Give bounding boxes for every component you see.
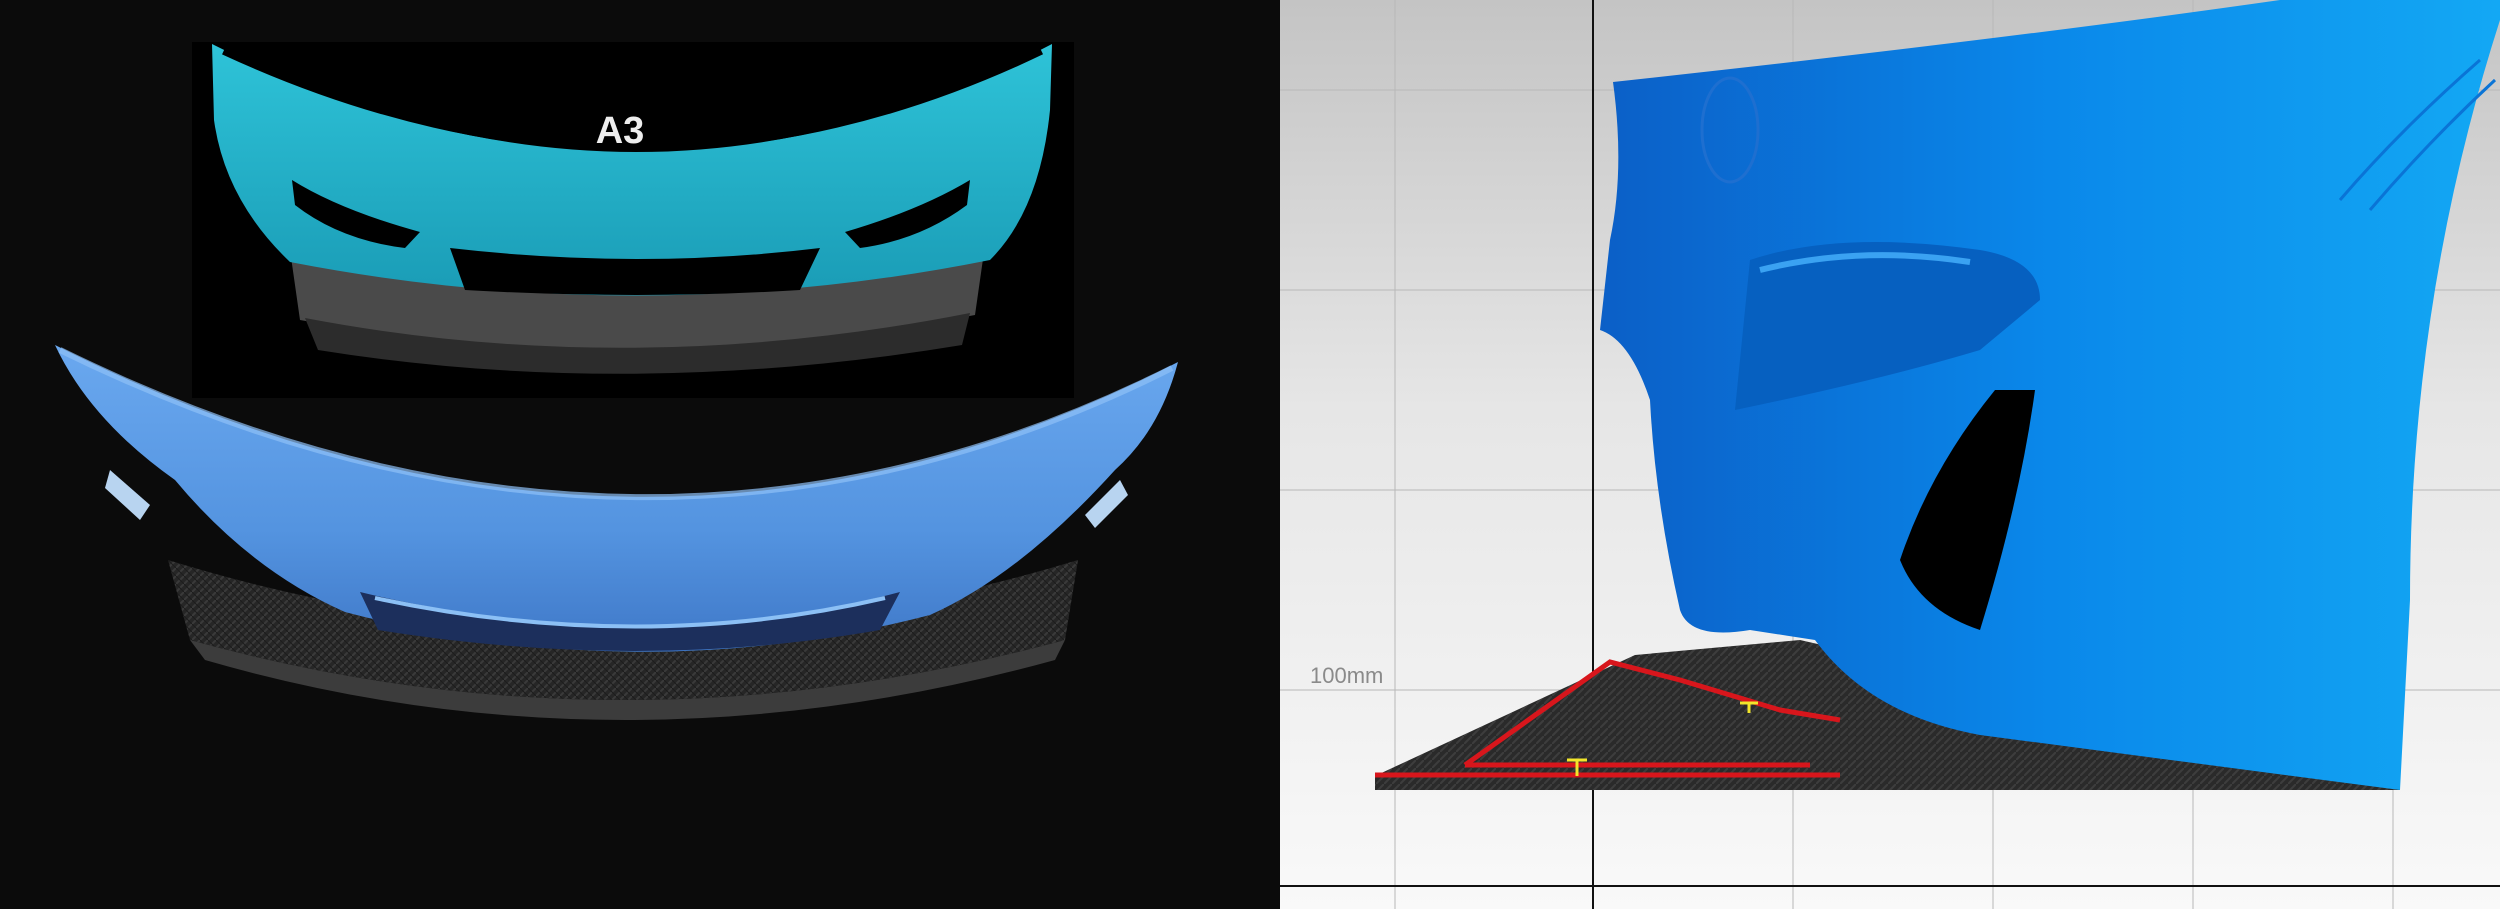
right-viewport[interactable]: 100mm [1280, 0, 2500, 909]
dual-viewport-window: A3 100mm [0, 0, 2500, 909]
side-view-render [1280, 0, 2500, 909]
scale-label: 100mm [1310, 663, 1384, 688]
reference-inset [192, 41, 1074, 398]
left-viewport[interactable]: A3 [0, 0, 1280, 909]
inset-label: A3 [595, 110, 645, 152]
